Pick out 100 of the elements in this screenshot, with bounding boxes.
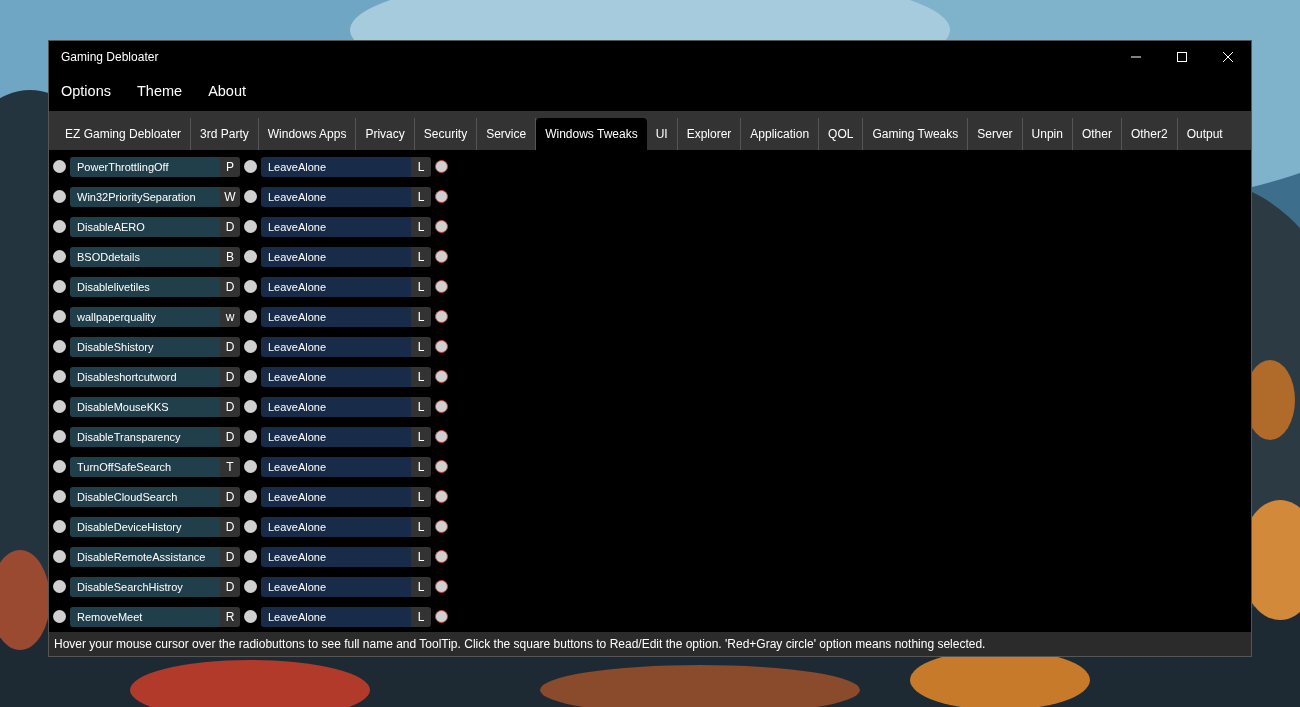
key-button[interactable]: D	[220, 216, 240, 237]
radio-button[interactable]	[244, 400, 257, 414]
tab[interactable]: EZ Gaming Debloater	[56, 117, 192, 150]
key-button[interactable]: L	[411, 396, 431, 417]
key-button[interactable]: L	[411, 606, 431, 627]
key-button[interactable]: D	[220, 516, 240, 537]
radio-button[interactable]	[435, 430, 448, 444]
radio-button[interactable]	[244, 430, 257, 444]
menu-item[interactable]: Theme	[137, 83, 183, 100]
radio-button[interactable]	[435, 400, 448, 414]
radio-button[interactable]	[244, 340, 257, 354]
key-button[interactable]: L	[411, 186, 431, 207]
key-button[interactable]: D	[220, 336, 240, 357]
radio-button[interactable]	[244, 280, 257, 294]
key-button[interactable]: D	[220, 396, 240, 417]
radio-button[interactable]	[435, 490, 448, 504]
radio-button[interactable]	[53, 280, 66, 294]
radio-button[interactable]	[435, 340, 448, 354]
tab[interactable]: Security	[414, 117, 478, 150]
radio-button[interactable]	[244, 370, 257, 384]
tab[interactable]: 3rd Party	[191, 117, 259, 150]
radio-button[interactable]	[435, 190, 448, 204]
radio-button[interactable]	[435, 160, 448, 174]
radio-button[interactable]	[244, 190, 257, 204]
key-button[interactable]: D	[220, 276, 240, 297]
key-button[interactable]: w	[220, 306, 240, 327]
radio-button[interactable]	[244, 460, 257, 474]
key-button[interactable]: B	[220, 246, 240, 267]
radio-button[interactable]	[53, 370, 66, 384]
radio-button[interactable]	[244, 250, 257, 264]
radio-button[interactable]	[435, 580, 448, 594]
radio-button[interactable]	[53, 610, 66, 624]
radio-button[interactable]	[435, 220, 448, 234]
key-button[interactable]: L	[411, 216, 431, 237]
key-button[interactable]: D	[220, 576, 240, 597]
radio-button[interactable]	[244, 310, 257, 324]
tab[interactable]: Application	[741, 117, 820, 150]
key-button[interactable]: D	[220, 486, 240, 507]
key-button[interactable]: P	[220, 156, 240, 177]
tab[interactable]: Gaming Tweaks	[863, 117, 969, 150]
key-button[interactable]: L	[411, 576, 431, 597]
radio-button[interactable]	[435, 310, 448, 324]
radio-button[interactable]	[435, 460, 448, 474]
radio-button[interactable]	[53, 460, 66, 474]
key-button[interactable]: L	[411, 546, 431, 567]
tab[interactable]: Windows Tweaks	[536, 117, 647, 150]
key-button[interactable]: R	[220, 606, 240, 627]
radio-button[interactable]	[435, 610, 448, 624]
maximize-icon[interactable]	[1177, 51, 1187, 62]
radio-button[interactable]	[435, 370, 448, 384]
radio-button[interactable]	[53, 490, 66, 504]
tab[interactable]: Other	[1072, 117, 1122, 150]
key-button[interactable]: L	[411, 456, 431, 477]
key-button[interactable]: D	[220, 426, 240, 447]
tab[interactable]: QOL	[819, 117, 864, 150]
radio-button[interactable]	[53, 340, 66, 354]
key-button[interactable]: D	[220, 546, 240, 567]
key-button[interactable]: L	[411, 486, 431, 507]
radio-button[interactable]	[244, 520, 257, 534]
tab[interactable]: UI	[646, 117, 678, 150]
key-button[interactable]: L	[411, 246, 431, 267]
radio-button[interactable]	[53, 400, 66, 414]
radio-button[interactable]	[53, 520, 66, 534]
key-button[interactable]: L	[411, 336, 431, 357]
radio-button[interactable]	[244, 580, 257, 594]
key-button[interactable]: L	[411, 366, 431, 387]
close-icon[interactable]	[1223, 51, 1233, 62]
tab[interactable]: Output	[1177, 117, 1232, 150]
menu-item[interactable]: Options	[61, 83, 111, 100]
radio-button[interactable]	[53, 160, 66, 174]
tab[interactable]: Windows Apps	[258, 117, 357, 150]
menu-item[interactable]: About	[208, 83, 247, 100]
tab[interactable]: Other2	[1121, 117, 1178, 150]
radio-button[interactable]	[53, 190, 66, 204]
radio-button[interactable]	[435, 520, 448, 534]
radio-button[interactable]	[53, 310, 66, 324]
radio-button[interactable]	[244, 550, 257, 564]
key-button[interactable]: L	[411, 426, 431, 447]
tab[interactable]: Unpin	[1022, 117, 1073, 150]
key-button[interactable]: L	[411, 306, 431, 327]
key-button[interactable]: L	[411, 156, 431, 177]
key-button[interactable]: T	[220, 456, 240, 477]
radio-button[interactable]	[435, 250, 448, 264]
radio-button[interactable]	[244, 490, 257, 504]
radio-button[interactable]	[435, 550, 448, 564]
radio-button[interactable]	[244, 610, 257, 624]
key-button[interactable]: L	[411, 276, 431, 297]
radio-button[interactable]	[53, 430, 66, 444]
tab[interactable]: Server	[968, 117, 1023, 150]
radio-button[interactable]	[53, 250, 66, 264]
tab[interactable]: Privacy	[356, 117, 415, 150]
tab[interactable]: Explorer	[677, 117, 742, 150]
key-button[interactable]: D	[220, 366, 240, 387]
radio-button[interactable]	[53, 580, 66, 594]
radio-button[interactable]	[244, 160, 257, 174]
key-button[interactable]: L	[411, 516, 431, 537]
radio-button[interactable]	[53, 550, 66, 564]
radio-button[interactable]	[53, 220, 66, 234]
key-button[interactable]: W	[220, 186, 240, 207]
radio-button[interactable]	[435, 280, 448, 294]
